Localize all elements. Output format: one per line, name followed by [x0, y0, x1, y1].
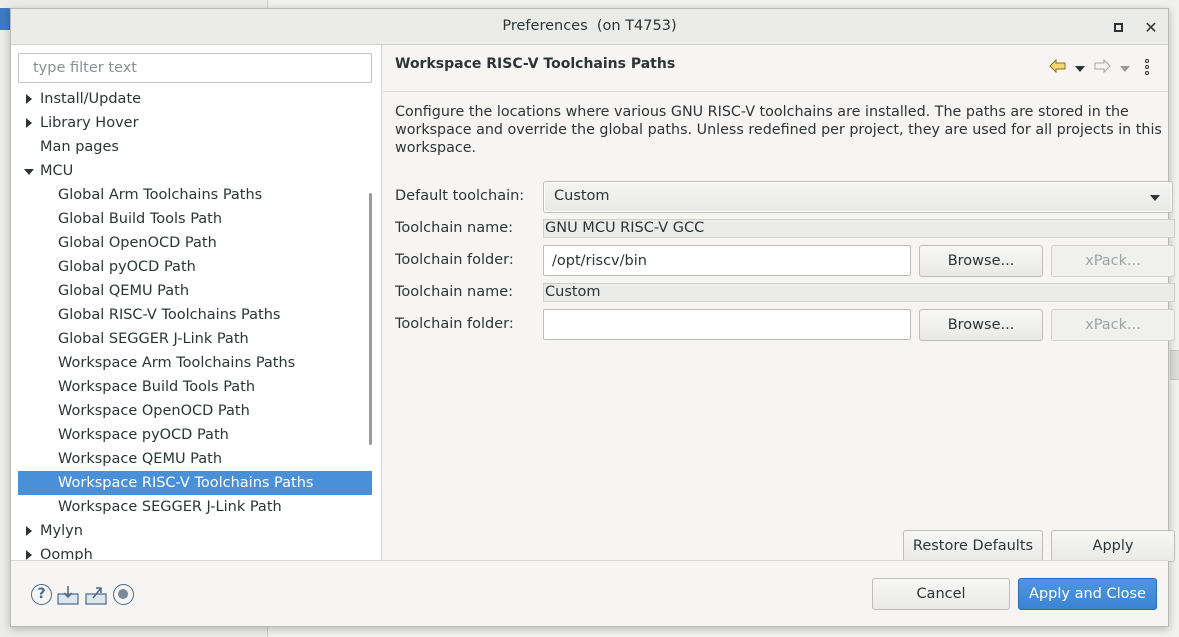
tree-item[interactable]: Global SEGGER J-Link Path: [18, 327, 372, 351]
expand-arrow-icon[interactable]: [26, 526, 32, 536]
forward-arrow-icon[interactable]: [1093, 59, 1111, 73]
tree-item-label: Install/Update: [40, 91, 142, 107]
back-history-dropdown-icon[interactable]: [1075, 66, 1085, 72]
tree-item-label: Global pyOCD Path: [58, 259, 196, 275]
preferences-tree: Install/Update Library Hover Man pages MCU G…: [18, 87, 372, 560]
tree-item[interactable]: Workspace SEGGER J-Link Path: [18, 495, 372, 519]
window-title: Preferences (on T4753): [502, 18, 677, 34]
maximize-icon: [1113, 22, 1123, 32]
tree-item-label: Workspace SEGGER J-Link Path: [58, 499, 282, 515]
close-icon: ✕: [1144, 17, 1158, 37]
tree-scrollbar[interactable]: [369, 193, 372, 445]
tree-item[interactable]: Oomph: [18, 543, 372, 560]
expand-arrow-icon[interactable]: [26, 550, 32, 560]
tree-item-label: Global SEGGER J-Link Path: [58, 331, 249, 347]
tree-item-label: Global RISC-V Toolchains Paths: [58, 307, 281, 323]
toolchain-folder-input[interactable]: [543, 245, 911, 276]
tree-item[interactable]: Mylyn: [18, 519, 372, 543]
export-icon[interactable]: [85, 585, 107, 605]
xpack-label: xPack...: [1085, 253, 1141, 269]
browse-button[interactable]: Browse...: [919, 245, 1043, 277]
toolchain-name-label: Toolchain name:: [395, 284, 514, 300]
xpack-button[interactable]: xPack...: [1051, 309, 1175, 341]
tree-item[interactable]: Workspace QEMU Path: [18, 447, 372, 471]
default-toolchain-select[interactable]: Custom: [543, 181, 1173, 213]
tree-item-label: Global Arm Toolchains Paths: [58, 187, 263, 203]
filter-input[interactable]: [18, 53, 372, 83]
apply-label: Apply: [1092, 538, 1134, 554]
chevron-down-icon: [1150, 195, 1160, 201]
tree-item-label: Workspace Build Tools Path: [58, 379, 256, 395]
toolchain-name-value: GNU MCU RISC-V GCC: [543, 219, 1175, 238]
forward-history-dropdown-icon[interactable]: [1120, 66, 1130, 72]
tree-item-label: Global QEMU Path: [58, 283, 190, 299]
tree-item[interactable]: Global Build Tools Path: [18, 207, 372, 231]
close-button[interactable]: ✕: [1141, 17, 1161, 37]
collapse-arrow-icon[interactable]: [24, 169, 34, 175]
page-title: Workspace RISC-V Toolchains Paths: [395, 56, 676, 72]
dialog-button-bar: ? Cancel Apply and Close: [11, 560, 1168, 626]
tree-item[interactable]: Man pages: [18, 135, 372, 159]
browse-label: Browse...: [947, 253, 1015, 269]
tree-item-label: Oomph: [40, 547, 93, 560]
maximize-button[interactable]: [1108, 17, 1128, 37]
tree-item-label: Global OpenOCD Path: [58, 235, 217, 251]
tree-item[interactable]: Global RISC-V Toolchains Paths: [18, 303, 372, 327]
browse-label: Browse...: [947, 317, 1015, 333]
tree-item-label: Man pages: [40, 139, 119, 155]
tree-item[interactable]: Global Arm Toolchains Paths: [18, 183, 372, 207]
tree-item[interactable]: Workspace OpenOCD Path: [18, 399, 372, 423]
title-bar: Preferences (on T4753) ✕: [11, 9, 1168, 45]
tree-item[interactable]: Workspace pyOCD Path: [18, 423, 372, 447]
tree-item[interactable]: Install/Update: [18, 87, 372, 111]
default-toolchain-value: Custom: [554, 188, 610, 204]
tree-item[interactable]: Workspace Build Tools Path: [18, 375, 372, 399]
tree-item-label: Workspace pyOCD Path: [58, 427, 229, 443]
tree-item-label: Workspace Arm Toolchains Paths: [58, 355, 296, 371]
tree-item-label: Workspace RISC-V Toolchains Paths: [58, 475, 314, 491]
cancel-button[interactable]: Cancel: [872, 578, 1010, 610]
apply-and-close-label: Apply and Close: [1029, 586, 1146, 602]
cancel-label: Cancel: [916, 586, 966, 602]
toolchain-folder-label: Toolchain folder:: [395, 252, 514, 268]
xpack-button[interactable]: xPack...: [1051, 245, 1175, 277]
toolchain-name-label: Toolchain name:: [395, 220, 514, 236]
tree-item[interactable]: Workspace Arm Toolchains Paths: [18, 351, 372, 375]
preferences-navigation: Install/Update Library Hover Man pages MCU G…: [11, 45, 382, 560]
tree-item[interactable]: Global QEMU Path: [18, 279, 372, 303]
expand-arrow-icon[interactable]: [26, 94, 32, 104]
tree-item-label: Mylyn: [40, 523, 83, 539]
tree-item-label: Global Build Tools Path: [58, 211, 223, 227]
apply-button[interactable]: Apply: [1051, 530, 1175, 562]
preference-page: Workspace RISC-V Toolchains Paths Config…: [383, 45, 1175, 562]
restore-defaults-label: Restore Defaults: [912, 538, 1034, 554]
expand-arrow-icon[interactable]: [26, 118, 32, 128]
help-icon[interactable]: ?: [31, 584, 52, 605]
apply-and-close-button[interactable]: Apply and Close: [1018, 578, 1157, 610]
tree-item-label: MCU: [40, 163, 74, 179]
view-menu-icon[interactable]: [1145, 59, 1151, 77]
tree-item[interactable]: MCU: [18, 159, 372, 183]
import-icon[interactable]: [57, 585, 79, 605]
background-edge: [1170, 350, 1179, 380]
preferences-dialog: Preferences (on T4753) ✕ Install/Update L…: [10, 8, 1175, 627]
restore-defaults-button[interactable]: Restore Defaults: [903, 530, 1043, 562]
tree-item[interactable]: Library Hover: [18, 111, 372, 135]
tree-item-label: Workspace QEMU Path: [58, 451, 223, 467]
page-description: Configure the locations where various GN…: [395, 104, 1162, 156]
tree-item[interactable]: Workspace RISC-V Toolchains Paths: [18, 471, 372, 495]
page-header: Workspace RISC-V Toolchains Paths: [383, 45, 1168, 92]
back-arrow-icon[interactable]: [1049, 59, 1067, 73]
default-toolchain-label: Default toolchain:: [395, 188, 525, 204]
browse-button[interactable]: Browse...: [919, 309, 1043, 341]
toolchain-folder-input[interactable]: [543, 309, 911, 340]
toolchain-folder-label: Toolchain folder:: [395, 316, 514, 332]
record-icon[interactable]: [113, 584, 134, 605]
tree-item-label: Library Hover: [40, 115, 139, 131]
tree-item[interactable]: Global pyOCD Path: [18, 255, 372, 279]
xpack-label: xPack...: [1085, 317, 1141, 333]
tree-item-label: Workspace OpenOCD Path: [58, 403, 250, 419]
toolchain-name-value: Custom: [543, 283, 1175, 302]
tree-item[interactable]: Global OpenOCD Path: [18, 231, 372, 255]
